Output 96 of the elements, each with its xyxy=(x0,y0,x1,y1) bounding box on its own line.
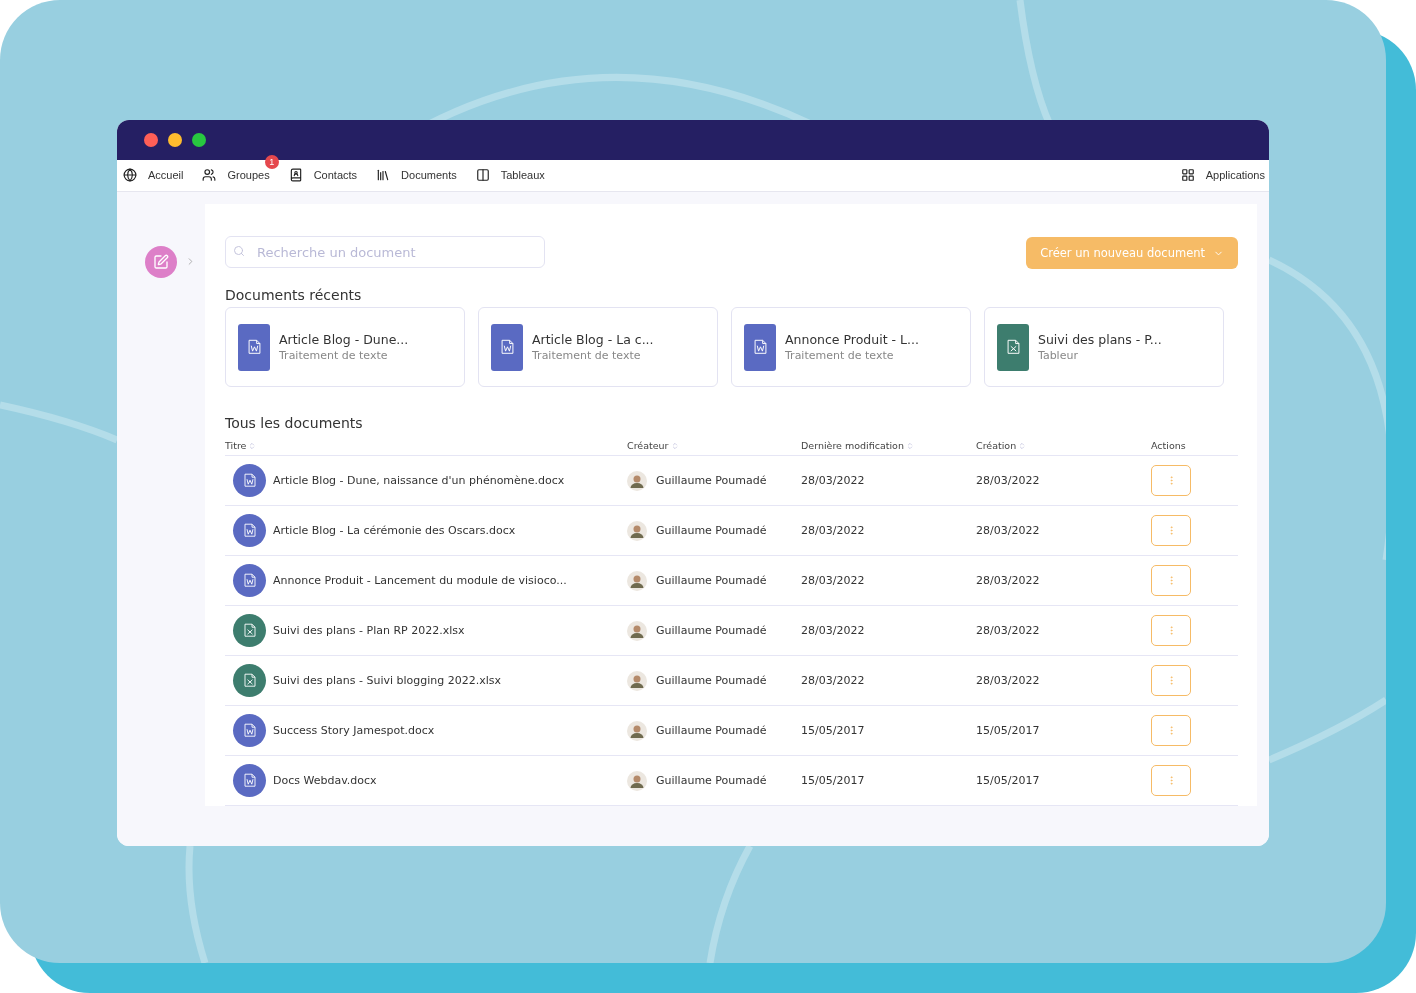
created-date: 28/03/2022 xyxy=(976,524,1040,537)
notification-badge: 1 xyxy=(264,155,279,170)
sort-icon[interactable] xyxy=(905,441,914,450)
document-title[interactable]: Success Story Jamespot.docx xyxy=(273,724,435,737)
created-date: 28/03/2022 xyxy=(976,474,1040,487)
avatar-icon xyxy=(627,470,647,491)
document-name: Annonce Produit - L... xyxy=(785,332,919,347)
avatar-icon xyxy=(627,770,647,791)
nav-link[interactable]: Contacts xyxy=(288,168,358,183)
document-title[interactable]: Article Blog - Dune, naissance d'un phénomène.docx xyxy=(273,474,565,487)
recent-document-card[interactable]: Article Blog - La c... Traitement de texte xyxy=(478,307,718,387)
spreadsheet-file-icon xyxy=(1006,339,1020,355)
modified-date: 15/05/2017 xyxy=(801,724,865,737)
actions-button[interactable] xyxy=(1151,615,1191,646)
document-name: Suivi des plans - P... xyxy=(1038,332,1162,347)
document-name: Article Blog - La c... xyxy=(532,332,654,347)
created-date: 15/05/2017 xyxy=(976,724,1040,737)
address-book-icon xyxy=(288,168,303,183)
actions-button[interactable] xyxy=(1151,665,1191,696)
sort-icon[interactable] xyxy=(670,441,679,450)
modified-date: 28/03/2022 xyxy=(801,524,865,537)
applications-link[interactable]: Applications xyxy=(1180,168,1265,183)
books-icon xyxy=(376,168,391,183)
creator-name: Guillaume Poumadé xyxy=(656,774,767,787)
actions-button[interactable] xyxy=(1151,465,1191,496)
word-file-icon xyxy=(500,339,514,355)
actions-button[interactable] xyxy=(1151,565,1191,596)
recent-document-card[interactable]: Article Blog - Dune... Traitement de texte xyxy=(225,307,465,387)
sort-icon[interactable] xyxy=(1018,441,1027,450)
nav-link[interactable]: Tableaux xyxy=(475,168,545,183)
window-minimize-button[interactable] xyxy=(168,132,182,147)
modified-date: 28/03/2022 xyxy=(801,474,865,487)
creator-name: Guillaume Poumadé xyxy=(656,474,767,487)
document-title[interactable]: Docs Webdav.docx xyxy=(273,774,377,787)
recent-document-card[interactable]: Suivi des plans - P... Tableur xyxy=(984,307,1224,387)
column-header[interactable]: Créateur xyxy=(627,440,669,451)
modified-date: 15/05/2017 xyxy=(801,774,865,787)
column-header[interactable]: Création xyxy=(976,440,1017,451)
document-type: Traitement de texte xyxy=(785,349,895,362)
modified-date: 28/03/2022 xyxy=(801,624,865,637)
avatar-icon xyxy=(627,720,647,741)
column-header: Actions xyxy=(1151,440,1186,451)
document-title[interactable]: Annonce Produit - Lancement du module de visioco... xyxy=(273,574,567,587)
grid-icon xyxy=(1180,168,1195,183)
actions-button[interactable] xyxy=(1151,515,1191,546)
word-file-icon xyxy=(753,339,767,355)
word-file-icon xyxy=(243,773,256,788)
word-file-icon xyxy=(243,573,256,588)
column-header[interactable]: Titre xyxy=(225,440,247,451)
word-file-icon xyxy=(243,473,256,488)
creator-name: Guillaume Poumadé xyxy=(656,524,767,537)
columns-icon xyxy=(475,168,490,183)
column-header[interactable]: Dernière modification xyxy=(801,440,904,451)
created-date: 28/03/2022 xyxy=(976,574,1040,587)
document-type: Tableur xyxy=(1038,349,1079,362)
word-file-icon xyxy=(247,339,261,355)
created-date: 28/03/2022 xyxy=(976,624,1040,637)
avatar-icon xyxy=(627,520,647,541)
document-title[interactable]: Suivi des plans - Suivi blogging 2022.xlsx xyxy=(273,674,502,687)
creator-name: Guillaume Poumadé xyxy=(656,724,767,737)
document-title[interactable]: Article Blog - La cérémonie des Oscars.docx xyxy=(273,524,516,537)
document-name: Article Blog - Dune... xyxy=(279,332,409,347)
actions-button[interactable] xyxy=(1151,715,1191,746)
nav-link[interactable]: Documents xyxy=(376,168,457,183)
sort-icon[interactable] xyxy=(248,441,257,450)
section-title: Tous les documents xyxy=(225,415,364,431)
word-file-icon xyxy=(243,523,256,538)
avatar-icon xyxy=(627,620,647,641)
section-title: Documents récents xyxy=(225,287,363,303)
avatar-icon xyxy=(627,670,647,691)
spreadsheet-file-icon xyxy=(243,673,256,688)
edit-icon xyxy=(153,254,169,270)
document-type: Traitement de texte xyxy=(279,349,389,362)
created-date: 15/05/2017 xyxy=(976,774,1040,787)
modified-date: 28/03/2022 xyxy=(801,674,865,687)
document-title[interactable]: Suivi des plans - Plan RP 2022.xlsx xyxy=(273,624,465,637)
avatar-icon xyxy=(627,570,647,591)
edit-app-button[interactable] xyxy=(145,246,177,278)
creator-name: Guillaume Poumadé xyxy=(656,574,767,587)
window-maximize-button[interactable] xyxy=(192,132,206,147)
modified-date: 28/03/2022 xyxy=(801,574,865,587)
creator-name: Guillaume Poumadé xyxy=(656,674,767,687)
nav-link[interactable]: Groupes xyxy=(202,168,270,183)
recent-document-card[interactable]: Annonce Produit - L... Traitement de texte xyxy=(731,307,971,387)
word-file-icon xyxy=(243,723,256,738)
created-date: 28/03/2022 xyxy=(976,674,1040,687)
document-type: Traitement de texte xyxy=(532,349,642,362)
actions-button[interactable] xyxy=(1151,765,1191,796)
window-close-button[interactable] xyxy=(144,132,158,147)
globe-icon xyxy=(123,168,137,183)
users-icon xyxy=(202,168,217,183)
search-field[interactable]: Recherche un document xyxy=(225,236,545,268)
spreadsheet-file-icon xyxy=(243,623,256,638)
search-icon xyxy=(233,245,245,257)
creator-name: Guillaume Poumadé xyxy=(656,624,767,637)
nav-link[interactable]: Accueil xyxy=(123,168,184,183)
